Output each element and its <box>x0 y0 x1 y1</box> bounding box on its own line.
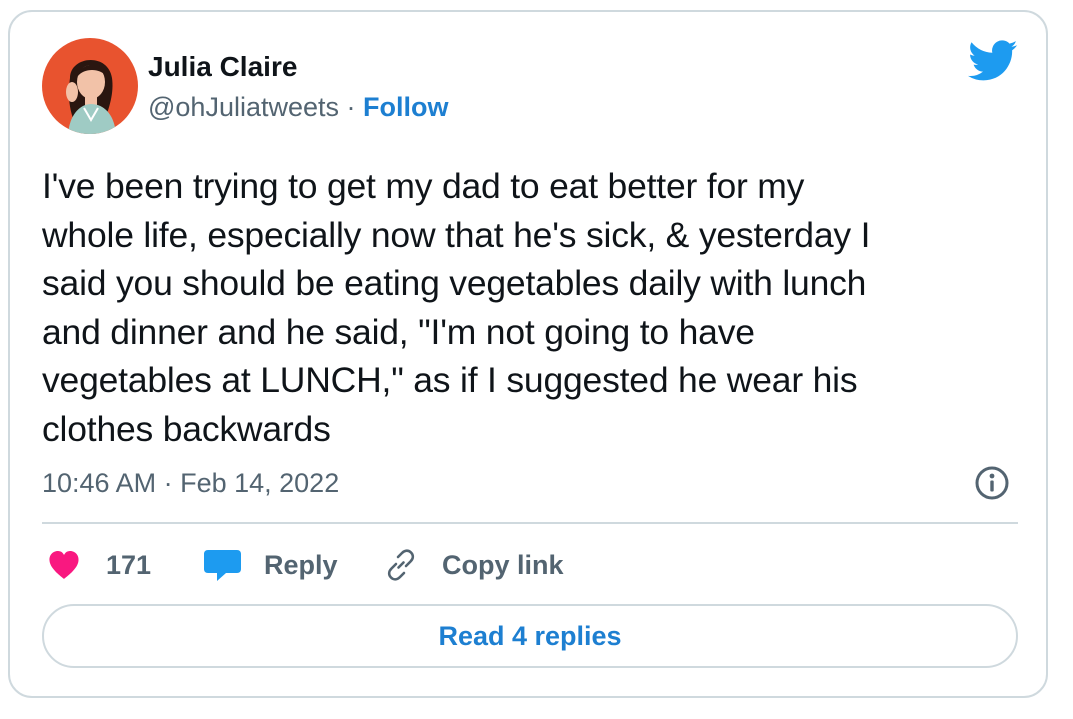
author-display-name[interactable]: Julia Claire <box>148 50 297 84</box>
tweet-date: Feb 14, 2022 <box>180 468 340 498</box>
handle-separator: · <box>339 92 364 122</box>
like-count: 171 <box>106 550 152 580</box>
info-icon[interactable] <box>974 465 1010 501</box>
speech-bubble-icon <box>204 550 241 581</box>
avatar-image <box>42 38 138 134</box>
reply-button[interactable]: Reply <box>204 546 338 584</box>
tweet-timestamp[interactable]: 10:46 AM · Feb 14, 2022 <box>42 466 339 500</box>
timestamp-separator: · <box>156 468 181 498</box>
like-button[interactable]: 171 <box>48 546 151 584</box>
copy-link-label: Copy link <box>442 550 564 580</box>
tweet-text: I've been trying to get my dad to eat be… <box>42 166 871 449</box>
tweet-card: Julia Claire @ohJuliatweets · Follow I'v… <box>8 10 1048 698</box>
divider <box>42 522 1018 524</box>
link-icon <box>387 549 415 581</box>
twitter-bird-icon[interactable] <box>968 40 1018 82</box>
tweet-time: 10:46 AM <box>42 468 157 498</box>
follow-link[interactable]: Follow <box>363 92 448 122</box>
copy-link-button[interactable]: Copy link <box>384 546 564 584</box>
reply-label: Reply <box>264 550 338 580</box>
heart-icon <box>49 551 79 579</box>
author-handle-row: @ohJuliatweets · Follow <box>148 90 449 124</box>
author-handle[interactable]: @ohJuliatweets <box>148 92 339 122</box>
read-replies-button[interactable]: Read 4 replies <box>42 604 1018 668</box>
avatar[interactable] <box>42 38 138 134</box>
